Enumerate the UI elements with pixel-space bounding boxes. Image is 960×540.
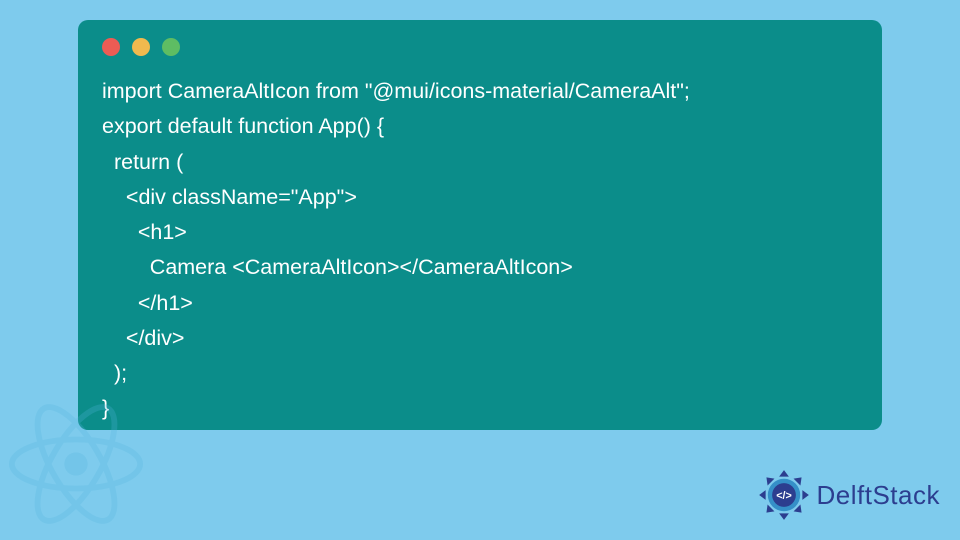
brand-badge: </> DelftStack <box>757 468 941 522</box>
delftstack-logo-icon: </> <box>757 468 811 522</box>
react-logo-watermark-icon <box>6 394 146 534</box>
maximize-dot-icon <box>162 38 180 56</box>
code-block: import CameraAltIcon from "@mui/icons-ma… <box>102 74 858 427</box>
window-traffic-lights <box>102 38 858 56</box>
close-dot-icon <box>102 38 120 56</box>
svg-text:</>: </> <box>776 490 792 502</box>
brand-name: DelftStack <box>817 480 941 511</box>
minimize-dot-icon <box>132 38 150 56</box>
code-card: import CameraAltIcon from "@mui/icons-ma… <box>78 20 882 430</box>
